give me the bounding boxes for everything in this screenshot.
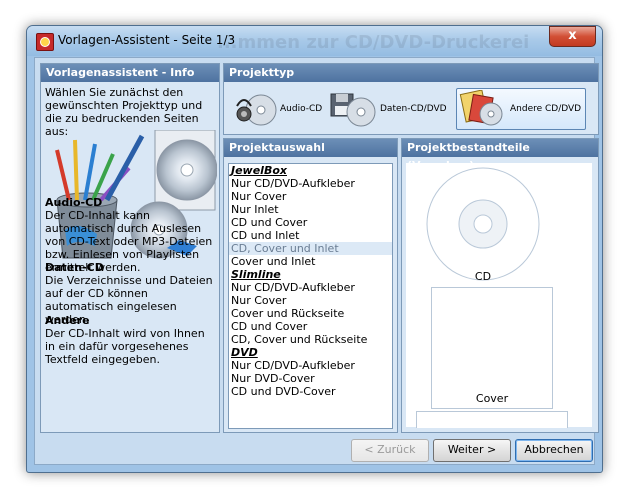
type-label: Audio-CD bbox=[280, 104, 323, 114]
close-icon: x bbox=[568, 28, 577, 43]
list-item[interactable]: Cover und Rückseite bbox=[229, 307, 392, 320]
type-other-disc-button[interactable]: Andere CD/DVD bbox=[456, 88, 586, 130]
list-item[interactable]: CD und Inlet bbox=[229, 229, 392, 242]
list-item[interactable]: CD und Cover bbox=[229, 320, 392, 333]
next-button[interactable]: Weiter > bbox=[433, 439, 511, 462]
list-group-header: DVD bbox=[231, 346, 258, 359]
list-item[interactable]: CD, Cover und Rückseite bbox=[229, 333, 392, 346]
back-button[interactable]: < Zurück bbox=[351, 439, 429, 462]
project-listbox[interactable]: JewelBox Nur CD/DVD-Aufkleber Nur Cover … bbox=[228, 163, 393, 429]
app-icon bbox=[36, 33, 54, 51]
list-item-selected[interactable]: CD, Cover und Inlet bbox=[229, 242, 392, 255]
inlet-preview bbox=[416, 411, 568, 428]
info-section-title: Andere bbox=[45, 314, 90, 327]
list-item[interactable]: Nur CD/DVD-Aufkleber bbox=[229, 281, 392, 294]
list-item[interactable]: Nur Cover bbox=[229, 294, 392, 307]
cd-preview-label: CD bbox=[474, 270, 492, 283]
list-item[interactable]: Nur Cover bbox=[229, 190, 392, 203]
list-item[interactable]: Nur DVD-Cover bbox=[229, 372, 392, 385]
cover-preview: Cover bbox=[431, 287, 553, 409]
type-label: Andere CD/DVD bbox=[510, 104, 582, 114]
cancel-button[interactable]: Abbrechen bbox=[515, 439, 593, 462]
list-item[interactable]: Nur CD/DVD-Aufkleber bbox=[229, 359, 392, 372]
list-item[interactable]: CD und Cover bbox=[229, 216, 392, 229]
type-audio-cd-button[interactable]: Audio-CD bbox=[232, 88, 326, 130]
list-group-header: JewelBox bbox=[231, 164, 287, 177]
list-item[interactable]: Nur CD/DVD-Aufkleber bbox=[229, 177, 392, 190]
type-label: Daten-CD/DVD bbox=[380, 104, 447, 114]
other-disc-icon bbox=[459, 90, 503, 126]
title-bar[interactable]: ...mmen zur CD/DVD-Druckerei Vorlagen-As… bbox=[27, 26, 602, 56]
list-item[interactable]: Cover und Inlet bbox=[229, 255, 392, 268]
wizard-body: Vorlagenassistent - Info Wählen Sie zunä… bbox=[34, 57, 599, 465]
window-title: Vorlagen-Assistent - Seite 1/3 bbox=[58, 33, 236, 47]
project-parts-panel: Projektbestandteile (Vorschau) CD Cover bbox=[401, 138, 599, 433]
preview-area: CD Cover bbox=[406, 163, 592, 428]
project-type-header: Projekttyp bbox=[224, 64, 598, 82]
info-section-other: Andere Der CD-Inhalt wird von Ihnen in e… bbox=[45, 314, 217, 366]
project-parts-header: Projektbestandteile (Vorschau) bbox=[402, 139, 598, 172]
title-watermark: ...mmen zur CD/DVD-Druckerei bbox=[217, 32, 530, 53]
project-select-panel: Projektauswahl JewelBox Nur CD/DVD-Aufkl… bbox=[223, 138, 398, 433]
list-group-header: Slimline bbox=[231, 268, 281, 281]
list-item[interactable]: Nur Inlet bbox=[229, 203, 392, 216]
info-section-title: Daten-CD bbox=[45, 261, 104, 274]
cd-preview-icon bbox=[426, 167, 540, 281]
cd-preview: CD bbox=[421, 166, 545, 286]
info-section-title: Audio-CD bbox=[45, 196, 103, 209]
close-button[interactable]: x bbox=[549, 26, 596, 47]
audio-cd-icon bbox=[236, 94, 277, 126]
list-item[interactable]: CD und DVD-Cover bbox=[229, 385, 392, 398]
project-select-header: Projektauswahl bbox=[224, 139, 397, 157]
type-data-disc-button[interactable]: Daten-CD/DVD bbox=[328, 88, 454, 130]
info-panel: Vorlagenassistent - Info Wählen Sie zunä… bbox=[40, 63, 220, 433]
project-type-panel: Projekttyp Audio-CD Daten-CD/DVD Andere … bbox=[223, 63, 599, 135]
data-disc-icon bbox=[330, 93, 376, 127]
wizard-window: ...mmen zur CD/DVD-Druckerei Vorlagen-As… bbox=[26, 25, 603, 473]
info-section-text: Der CD-Inhalt wird von Ihnen in ein dafü… bbox=[45, 327, 205, 366]
cover-preview-label: Cover bbox=[475, 392, 509, 405]
info-panel-header: Vorlagenassistent - Info bbox=[41, 64, 219, 82]
